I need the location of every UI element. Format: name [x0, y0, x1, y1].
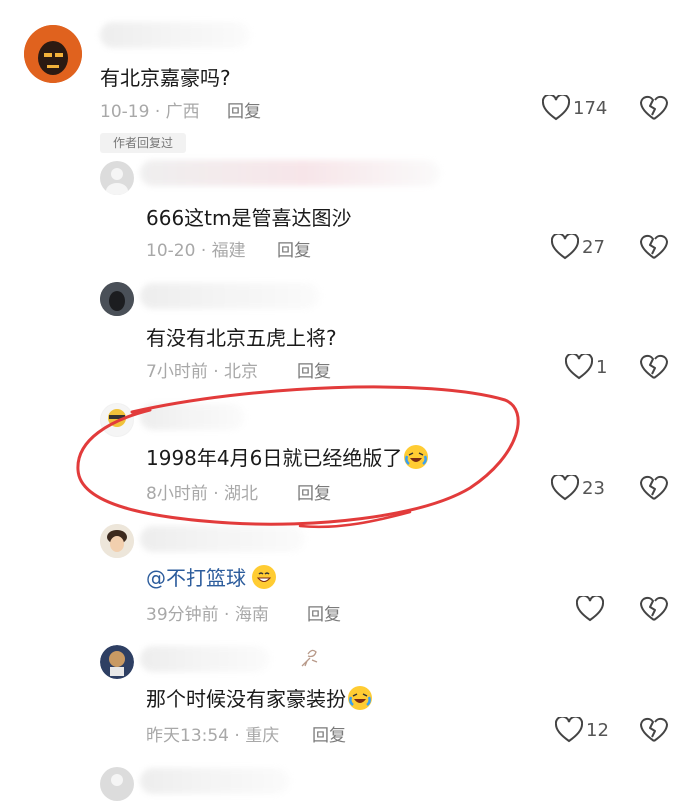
like-count: 174	[573, 97, 608, 119]
reply-button[interactable]: 回复	[277, 236, 311, 261]
heart-icon	[576, 596, 604, 622]
grinning-emoji-icon	[252, 565, 276, 589]
username-blurred[interactable]	[140, 526, 305, 552]
reply-button[interactable]: 回复	[307, 600, 341, 625]
username-blurred[interactable]	[140, 646, 270, 672]
like-button[interactable]: 1	[565, 354, 607, 380]
dislike-button[interactable]	[640, 95, 668, 125]
broken-heart-icon	[640, 354, 668, 384]
like-count: 1	[596, 356, 608, 378]
avatar[interactable]	[100, 767, 134, 801]
comment-text: @不打篮球	[146, 562, 276, 591]
comment-meta: 8小时前 · 湖北	[146, 479, 258, 504]
decorative-sticker-icon	[298, 646, 322, 674]
reply-button[interactable]: 回复	[297, 479, 331, 504]
comment-date: 39分钟前	[146, 605, 219, 625]
like-button[interactable]: 12	[555, 717, 609, 743]
broken-heart-icon	[640, 717, 668, 747]
heart-icon	[551, 234, 579, 260]
separator: ·	[213, 362, 219, 382]
comment-meta: 10-20 · 福建	[146, 236, 246, 261]
username-blurred[interactable]	[140, 768, 290, 794]
mention-link[interactable]: @不打篮球	[146, 566, 246, 590]
broken-heart-icon	[640, 95, 668, 125]
avatar[interactable]	[100, 645, 134, 679]
comment-body: 那个时候没有家豪装扮	[146, 687, 346, 711]
comment-text: 1998年4月6日就已经绝版了	[146, 442, 429, 471]
comment-text: 666这tm是管喜达图沙	[146, 206, 352, 230]
comment-date: 10-20	[146, 241, 196, 261]
like-count: 23	[582, 477, 605, 499]
separator: ·	[154, 102, 161, 122]
separator: ·	[224, 605, 230, 625]
like-button[interactable]	[576, 596, 604, 622]
comment-date: 7小时前	[146, 362, 208, 382]
like-count: 12	[586, 719, 609, 741]
like-count: 27	[582, 236, 605, 258]
avatar[interactable]	[100, 282, 134, 316]
reply-button[interactable]: 回复	[227, 97, 261, 122]
comment-date: 8小时前	[146, 484, 208, 504]
avatar[interactable]	[100, 161, 134, 195]
dislike-button[interactable]	[640, 234, 668, 264]
separator: ·	[234, 726, 240, 746]
comment-date: 昨天13:54	[146, 726, 229, 746]
comment-body: 1998年4月6日就已经绝版了	[146, 446, 403, 470]
username-blurred[interactable]	[140, 283, 320, 309]
username-blurred[interactable]	[140, 404, 245, 430]
username-blurred[interactable]	[140, 160, 440, 186]
avatar[interactable]	[100, 524, 134, 558]
comment-location: 广西	[165, 102, 200, 122]
username-blurred[interactable]	[100, 22, 250, 48]
dislike-button[interactable]	[640, 354, 668, 384]
like-button[interactable]: 23	[551, 475, 605, 501]
comment-location: 福建	[211, 241, 246, 261]
like-button[interactable]: 27	[551, 234, 605, 260]
comment-location: 重庆	[245, 726, 280, 746]
laughing-crying-emoji-icon	[348, 686, 372, 710]
comment-location: 北京	[224, 362, 259, 382]
reply-button[interactable]: 回复	[297, 357, 331, 382]
separator: ·	[200, 241, 207, 261]
laughing-crying-emoji-icon	[404, 445, 429, 469]
heart-icon	[551, 475, 579, 501]
heart-icon	[555, 717, 583, 743]
like-button[interactable]: 174	[542, 95, 607, 121]
comment-meta: 昨天13:54 · 重庆	[146, 721, 279, 746]
avatar[interactable]	[24, 25, 82, 83]
dislike-button[interactable]	[640, 717, 668, 747]
comment-text: 有没有北京五虎上将?	[146, 326, 337, 350]
separator: ·	[213, 484, 219, 504]
comment-location: 湖北	[224, 484, 259, 504]
comment-meta: 39分钟前 · 海南	[146, 600, 269, 625]
comment-location: 海南	[234, 605, 269, 625]
author-replied-badge: 作者回复过	[100, 133, 186, 153]
avatar[interactable]	[100, 403, 134, 437]
comment-date: 10-19	[100, 102, 150, 122]
heart-icon	[565, 354, 593, 380]
dislike-button[interactable]	[640, 596, 668, 626]
heart-icon	[542, 95, 570, 121]
comment-text: 那个时候没有家豪装扮	[146, 683, 372, 712]
comment-text: 有北京嘉豪吗?	[100, 66, 231, 90]
dislike-button[interactable]	[640, 475, 668, 505]
broken-heart-icon	[640, 596, 668, 626]
broken-heart-icon	[640, 234, 668, 264]
broken-heart-icon	[640, 475, 668, 505]
reply-button[interactable]: 回复	[312, 721, 346, 746]
comment-meta: 10-19 · 广西	[100, 97, 200, 122]
comment-meta: 7小时前 · 北京	[146, 357, 258, 382]
